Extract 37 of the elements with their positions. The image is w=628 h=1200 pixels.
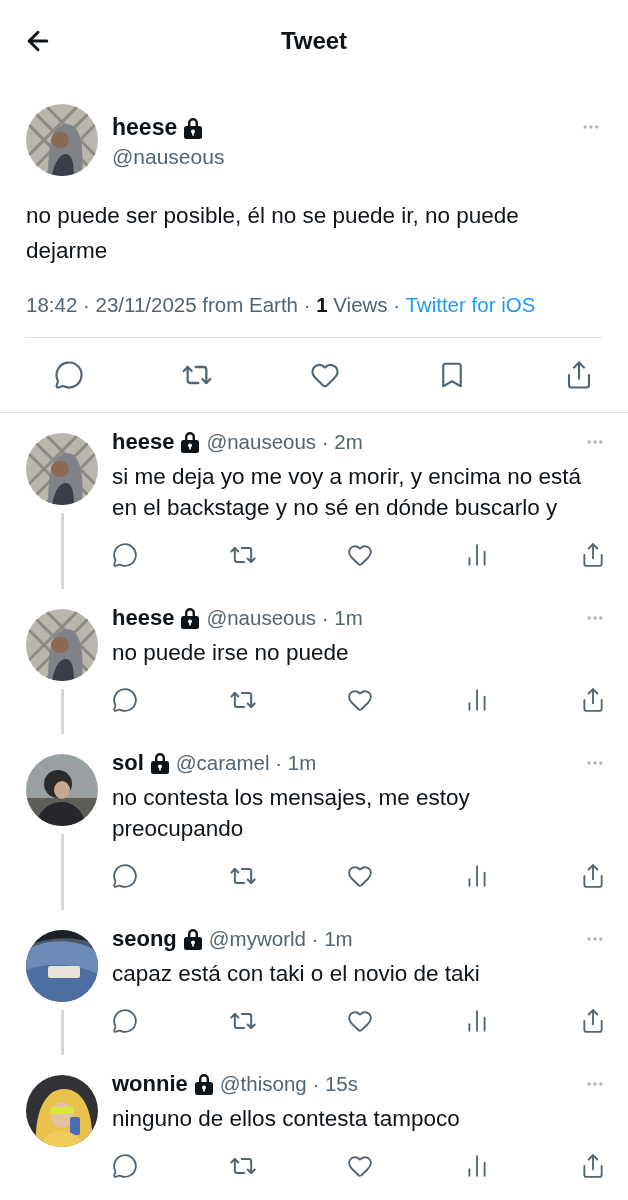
share-icon[interactable]: [580, 863, 606, 889]
like-icon[interactable]: [347, 542, 373, 568]
reply-icon[interactable]: [112, 863, 138, 889]
reply-text: capaz está con taki o el novio de taki: [112, 960, 481, 988]
share-icon[interactable]: [580, 542, 606, 568]
tweet-text: no puede ser posible, él no se puede ir, no puede dejarme: [26, 202, 520, 265]
like-icon[interactable]: [347, 1008, 373, 1034]
author-handle: @nauseous · 2m: [206, 430, 363, 454]
reply-text: si me deja yo me voy a morir, y encima no está en el backstage y no sé en dónde buscarlo y: [112, 463, 582, 522]
page-title: Tweet: [279, 27, 349, 55]
reply-icon[interactable]: [112, 542, 138, 568]
author-handle: @thisong · 15s: [219, 1072, 358, 1096]
reply-icon[interactable]: [112, 1153, 138, 1179]
tweet-meta: 18:42 · 23/11/2025 from Earth · 1 Views · Twitter for iOS: [26, 293, 537, 317]
share-icon[interactable]: [580, 1008, 606, 1034]
reply-text: no puede irse no puede: [112, 639, 350, 667]
author-name: sol: [112, 750, 144, 776]
reply-text: no contesta los mensajes, me estoy preocupando: [112, 784, 471, 843]
source-link[interactable]: Twitter for iOS: [405, 293, 536, 316]
share-icon[interactable]: [580, 687, 606, 713]
reply-icon[interactable]: [112, 1008, 138, 1034]
like-icon[interactable]: [347, 1153, 373, 1179]
author-name: heese: [112, 429, 175, 455]
reply-text: ninguno de ellos contesta tampoco: [112, 1105, 461, 1133]
share-icon[interactable]: [580, 1153, 606, 1179]
reply-icon[interactable]: [54, 360, 84, 390]
author-handle: @nauseous · 1m: [206, 606, 363, 630]
author-name: heese: [112, 605, 175, 631]
author-name: heese: [112, 114, 178, 141]
like-icon[interactable]: [347, 687, 373, 713]
author-handle: @myworld · 1m: [208, 927, 353, 951]
like-icon[interactable]: [347, 863, 373, 889]
author-name: seong: [112, 926, 177, 952]
reply-icon[interactable]: [112, 687, 138, 713]
author-name: wonnie: [112, 1071, 188, 1097]
author-handle: @nauseous: [112, 145, 226, 169]
author-handle: @caramel · 1m: [175, 751, 317, 775]
